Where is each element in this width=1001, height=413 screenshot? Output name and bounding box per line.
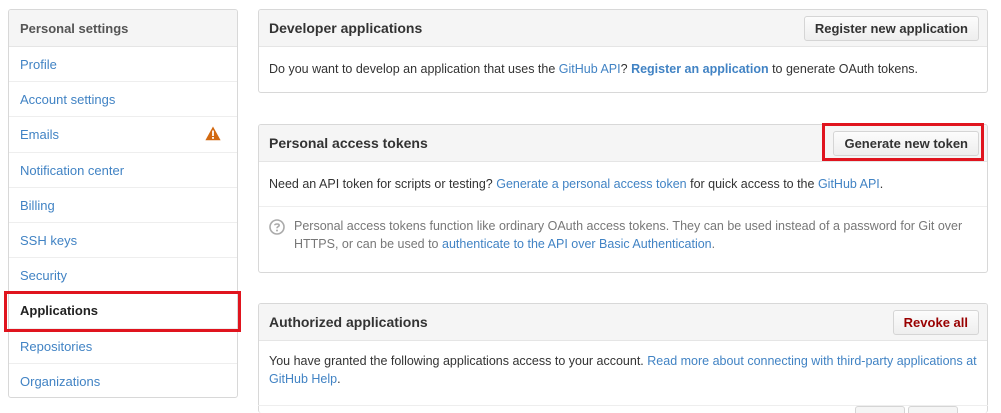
access-tokens-text: Need an API token for scripts or testing… xyxy=(259,162,987,206)
developer-applications-text: Do you want to develop an application th… xyxy=(259,47,987,91)
developer-applications-box: Developer applications Register new appl… xyxy=(258,9,988,93)
authorized-applications-text: You have granted the following applicati… xyxy=(259,341,987,401)
sidebar-item-organizations[interactable]: Organizations xyxy=(9,364,237,397)
sidebar-item-notification-center[interactable]: Notification center xyxy=(9,153,237,188)
access-tokens-note: Personal access tokens function like ord… xyxy=(259,206,987,263)
basic-authentication-link[interactable]: authenticate to the API over Basic Authe… xyxy=(442,237,712,251)
sidebar-item-ssh-keys[interactable]: SSH keys xyxy=(9,223,237,259)
question-icon xyxy=(269,219,285,235)
generate-new-token-button[interactable]: Generate new token xyxy=(833,131,979,156)
tokens-text-part: Need an API token for scripts or testing… xyxy=(269,177,497,191)
sidebar-item-security[interactable]: Security xyxy=(9,258,237,294)
warning-icon xyxy=(205,126,221,141)
sidebar-item-billing[interactable]: Billing xyxy=(9,188,237,223)
sidebar-title: Personal settings xyxy=(9,10,237,47)
developer-text-part: ? xyxy=(620,62,632,76)
generate-personal-token-link[interactable]: Generate a personal access token xyxy=(496,177,686,191)
authorized-text-part: . xyxy=(337,372,341,386)
authorized-applications-header: Authorized applications Revoke all xyxy=(259,304,987,341)
authorized-text-part: You have granted the following applicati… xyxy=(269,354,648,368)
authorized-applications-box: Authorized applications Revoke all You h… xyxy=(258,303,988,413)
partial-row-buttons xyxy=(855,406,961,413)
sidebar-item-account-settings[interactable]: Account settings xyxy=(9,82,237,118)
tokens-text-part: for quick access to the xyxy=(686,177,818,191)
personal-access-tokens-title: Personal access tokens xyxy=(269,135,428,151)
sidebar-item-applications[interactable]: Applications xyxy=(9,293,237,329)
github-api-link[interactable]: GitHub API xyxy=(559,62,621,76)
developer-applications-header: Developer applications Register new appl… xyxy=(259,10,987,47)
note-text-part: . xyxy=(711,237,716,251)
sidebar-item-repositories[interactable]: Repositories xyxy=(9,329,237,364)
tokens-text-part: . xyxy=(879,177,884,191)
sidebar-item-label: Emails xyxy=(20,127,60,143)
register-application-link[interactable]: Register an application xyxy=(631,62,769,76)
sidebar-item-profile[interactable]: Profile xyxy=(9,47,237,83)
developer-text-part: Do you want to develop an application th… xyxy=(269,62,559,76)
personal-access-tokens-box: Personal access tokens Generate new toke… xyxy=(258,124,988,273)
register-new-application-button[interactable]: Register new application xyxy=(803,16,979,41)
sidebar-item-emails[interactable]: Emails xyxy=(9,117,237,153)
partial-button[interactable] xyxy=(855,406,905,413)
developer-applications-title: Developer applications xyxy=(269,20,423,36)
settings-sidebar: Personal settings Profile Account settin… xyxy=(8,9,238,398)
personal-access-tokens-header: Personal access tokens Generate new toke… xyxy=(259,125,987,162)
authorized-applications-title: Authorized applications xyxy=(269,314,428,330)
developer-text-part: to generate OAuth tokens. xyxy=(768,62,918,76)
revoke-all-button[interactable]: Revoke all xyxy=(892,310,979,335)
partial-button[interactable] xyxy=(908,406,958,413)
github-api-link[interactable]: GitHub API xyxy=(818,177,880,191)
